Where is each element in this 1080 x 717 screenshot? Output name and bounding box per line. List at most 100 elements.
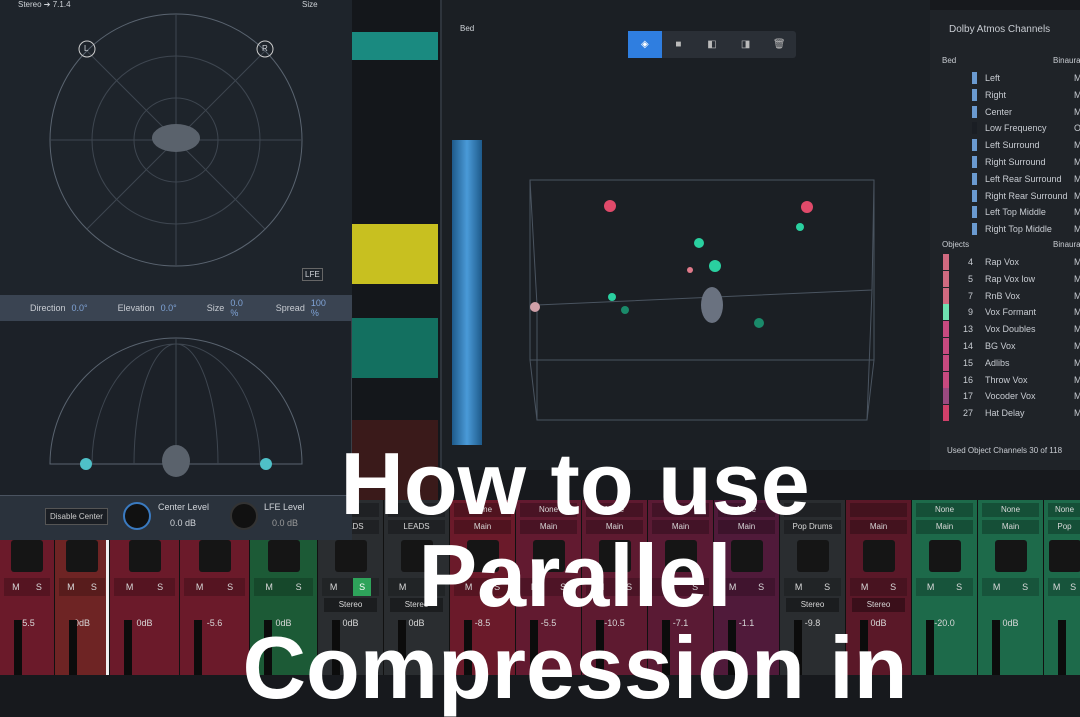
object-channel-row[interactable]: 17 Vocoder VoxM <box>930 388 1080 404</box>
direction-value[interactable]: 0.0° <box>72 303 88 313</box>
binaural-mode[interactable]: M <box>1074 274 1080 284</box>
panner-top-view[interactable]: Stereo ➔ 7.1.4 Size L R LFE <box>0 0 352 295</box>
spread-value[interactable]: 100 % <box>311 298 328 318</box>
cube-icon[interactable]: ◈ <box>628 31 662 58</box>
room-wireframe[interactable] <box>442 0 932 470</box>
headline-line-2: Parallel <box>418 530 731 622</box>
right-panel-icon[interactable]: ◨ <box>729 31 763 58</box>
object-name: RnB Vox <box>985 291 1074 301</box>
binaural-mode[interactable]: M <box>1074 408 1080 418</box>
elevation-value[interactable]: 0.0° <box>161 303 177 313</box>
object-number: 13 <box>949 324 973 334</box>
lfe-button[interactable]: LFE <box>302 268 323 281</box>
view-toolbar: ◈ ■ ◧ ◨ 🗑 <box>628 31 796 58</box>
left-speaker-label: L <box>84 44 88 53</box>
channel-name: Low Frequency <box>985 123 1074 133</box>
channel-meter <box>972 190 977 202</box>
binaural-mode[interactable]: M <box>1074 140 1080 150</box>
object-number: 27 <box>949 408 973 418</box>
binaural-mode[interactable]: M <box>1074 157 1080 167</box>
object-channel-row[interactable]: 7 RnB VoxM <box>930 288 1080 304</box>
binaural-mode[interactable]: M <box>1074 73 1080 83</box>
panner-circle[interactable] <box>0 0 352 295</box>
dolby-atmos-channels: Dolby Atmos Channels Bed Binaura LeftMRi… <box>930 10 1080 470</box>
trash-icon[interactable]: 🗑 <box>762 31 796 58</box>
panner-params: Direction0.0° Elevation0.0° Size0.0 % Sp… <box>0 295 352 321</box>
object-name: Rap Vox low <box>985 274 1074 284</box>
bed-channel-row[interactable]: Right SurroundM <box>930 154 1080 170</box>
direction-label: Direction <box>30 303 66 313</box>
panel-title: Dolby Atmos Channels <box>949 24 1050 35</box>
object-name: Vox Formant <box>985 307 1074 317</box>
object-channel-row[interactable]: 9Vox FormantM <box>930 304 1080 320</box>
head-icon <box>701 287 723 323</box>
channel-meter <box>972 139 977 151</box>
bed-channel-row[interactable]: Left Rear SurroundM <box>930 171 1080 187</box>
channel-name: Left Surround <box>985 140 1074 150</box>
channel-meter <box>972 223 977 235</box>
binaural-mode[interactable]: M <box>1074 391 1080 401</box>
object-number: 15 <box>949 358 973 368</box>
binaural-mode[interactable]: M <box>1074 257 1080 267</box>
binaural-mode[interactable]: M <box>1074 107 1080 117</box>
bed-label: Bed <box>942 56 956 65</box>
headline: How to use Parallel Compression in <box>35 438 1080 714</box>
audio-clip[interactable] <box>352 318 438 378</box>
binaural-mode[interactable]: M <box>1074 224 1080 234</box>
audio-clip[interactable] <box>352 32 438 60</box>
size-param-label: Size <box>207 303 225 313</box>
channel-name: Left Rear Surround <box>985 174 1074 184</box>
left-panel-icon[interactable]: ◧ <box>695 31 729 58</box>
binaural-mode[interactable]: M <box>1074 358 1080 368</box>
object-3d-view[interactable]: Bed <box>440 0 930 470</box>
object-channel-row[interactable]: 13 Vox DoublesM <box>930 321 1080 337</box>
object-name: Rap Vox <box>985 257 1074 267</box>
bed-channel-row[interactable]: RightM <box>930 87 1080 103</box>
binaural-mode[interactable]: M <box>1074 324 1080 334</box>
binaural-mode[interactable]: M <box>1074 207 1080 217</box>
object-name: BG Vox <box>985 341 1074 351</box>
audio-clip[interactable] <box>352 224 438 284</box>
channel-name: Left Top Middle <box>985 207 1074 217</box>
object-channel-row[interactable]: 15AdlibsM <box>930 355 1080 371</box>
mute-button[interactable]: M <box>12 578 20 596</box>
object-number: 4 <box>949 257 973 267</box>
object-name: Vox Doubles <box>985 324 1074 334</box>
bed-channel-row[interactable]: LeftM <box>930 70 1080 86</box>
bed-channel-row[interactable]: Left Top MiddleM <box>930 204 1080 220</box>
object-number: 17 <box>949 391 973 401</box>
objects-label: Objects <box>942 240 969 249</box>
object-number: 16 <box>949 375 973 385</box>
object-channel-row[interactable]: 16 Throw VoxM <box>930 372 1080 388</box>
object-name: Vocoder Vox <box>985 391 1074 401</box>
object-channel-row[interactable]: 27Hat DelayM <box>930 405 1080 421</box>
binaural-mode[interactable]: M <box>1074 375 1080 385</box>
binaural-mode[interactable]: M <box>1074 174 1080 184</box>
channel-name: Left <box>985 73 1074 83</box>
binaural-mode[interactable]: M <box>1074 307 1080 317</box>
object-channel-row[interactable]: 14BG VoxM <box>930 338 1080 354</box>
bed-channel-row[interactable]: Right Top MiddleM <box>930 221 1080 237</box>
channel-name: Center <box>985 107 1074 117</box>
object-channel-row[interactable]: 5Rap Vox lowM <box>930 271 1080 287</box>
binaural-mode[interactable]: M <box>1074 291 1080 301</box>
channel-meter <box>972 206 977 218</box>
binaural-header: Binaura <box>1053 56 1080 65</box>
binaural-mode[interactable]: M <box>1074 191 1080 201</box>
object-number: 7 <box>949 291 973 301</box>
channel-meter <box>972 122 977 134</box>
channel-name: Right <box>985 90 1074 100</box>
bed-channel-row[interactable]: CenterM <box>930 104 1080 120</box>
object-name: Throw Vox <box>985 375 1074 385</box>
bed-channel-row[interactable]: Low FrequencyO <box>930 120 1080 136</box>
bed-channel-row[interactable]: Right Rear SurroundM <box>930 188 1080 204</box>
bed-channel-row[interactable]: Left SurroundM <box>930 137 1080 153</box>
track-lanes[interactable] <box>352 0 440 500</box>
size-value[interactable]: 0.0 % <box>230 298 245 318</box>
binaural-mode[interactable]: O <box>1074 123 1080 133</box>
binaural-mode[interactable]: M <box>1074 90 1080 100</box>
object-channel-row[interactable]: 4 Rap VoxM <box>930 254 1080 270</box>
binaural-mode[interactable]: M <box>1074 341 1080 351</box>
volume-fader[interactable] <box>14 620 22 675</box>
square-icon[interactable]: ■ <box>662 31 696 58</box>
